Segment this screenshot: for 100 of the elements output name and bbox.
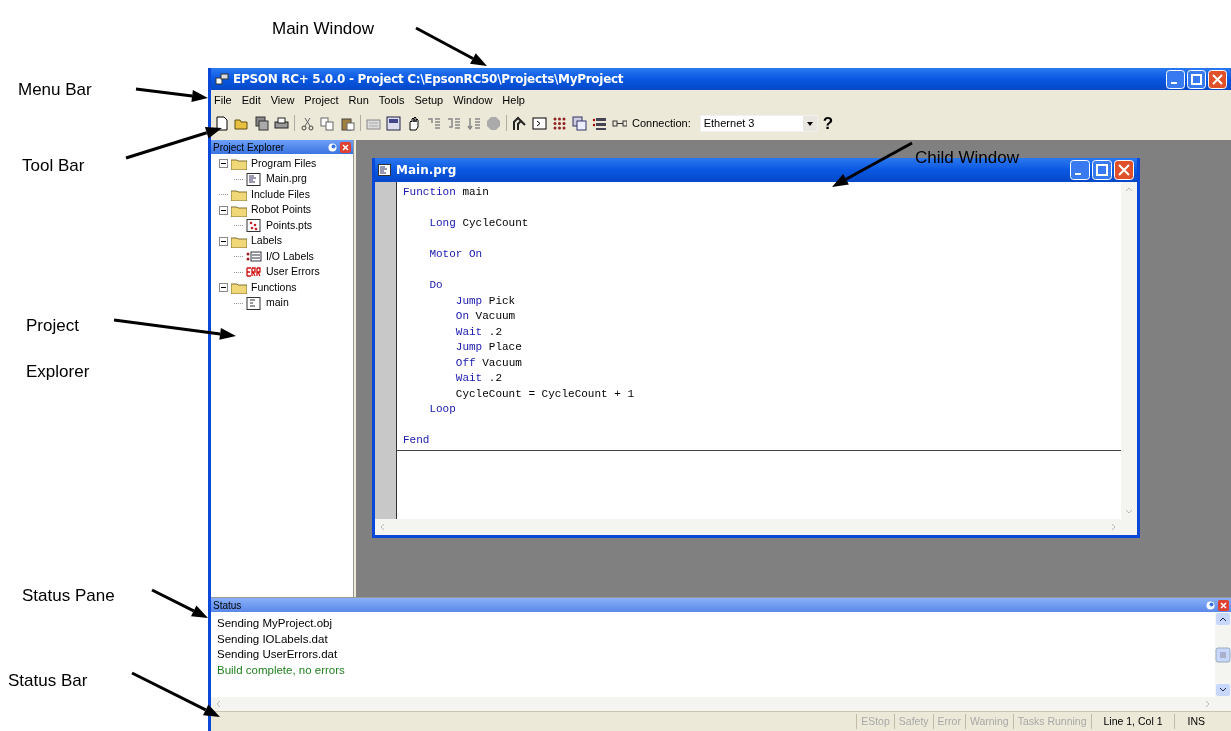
tree-item[interactable]: Include Files (251, 186, 310, 203)
menu-item[interactable]: Setup (414, 91, 444, 109)
window-stack-icon[interactable] (572, 115, 587, 131)
copy-icon[interactable] (320, 115, 335, 131)
callout-label: Tool Bar (22, 155, 85, 177)
new-file-icon[interactable] (214, 115, 229, 131)
close-button[interactable] (1208, 69, 1227, 89)
panel-icon[interactable] (386, 115, 401, 131)
code-line: Loop (428, 402, 457, 417)
code-line: Do (428, 278, 444, 293)
terminal-icon[interactable] (532, 115, 547, 131)
menu-item[interactable]: Edit (241, 91, 261, 109)
vertical-scrollbar[interactable] (1215, 612, 1231, 697)
close-icon[interactable] (1218, 599, 1229, 611)
code-line: Motor On (428, 247, 484, 262)
pin-icon[interactable] (1205, 599, 1216, 611)
status-message: Build complete, no errors (217, 662, 346, 678)
tree-item[interactable]: I/O Labels (266, 248, 314, 265)
status-indicator: Safety (893, 713, 933, 730)
program-file-icon (246, 172, 262, 186)
help-button[interactable]: ? (822, 114, 834, 132)
tree-item[interactable]: User Errors (266, 264, 320, 281)
save-all-icon[interactable] (254, 115, 269, 131)
callout-label: Main Window (272, 18, 375, 40)
tree-item[interactable]: main (266, 295, 289, 312)
menu-item[interactable]: Help (502, 91, 525, 109)
scroll-right-icon (1205, 700, 1211, 708)
dots-grid-icon[interactable] (552, 115, 567, 131)
folder-icon (231, 234, 247, 248)
tree-item[interactable]: Main.prg (266, 171, 307, 188)
callout-arrow (415, 26, 487, 66)
status-indicator: INS (1174, 713, 1217, 730)
points-file-icon (246, 219, 262, 233)
status-indicator: Error (932, 713, 965, 730)
status-message: Sending UserErrors.dat (217, 647, 339, 662)
code-line: Jump Place (454, 340, 523, 355)
callout-label: Project Explorer (26, 315, 91, 383)
tree-item[interactable]: Functions (251, 279, 297, 296)
collapse-toggle-icon[interactable] (219, 283, 228, 293)
scissors-icon[interactable] (300, 115, 315, 131)
tree-item[interactable]: Program Files (251, 155, 317, 172)
collapse-toggle-icon[interactable] (219, 159, 228, 169)
callout-label: Status Pane (22, 585, 115, 607)
code-line: Wait .2 (454, 371, 504, 386)
print-icon[interactable] (274, 115, 289, 131)
maximize-button[interactable] (1187, 69, 1206, 89)
tree-item[interactable]: Robot Points (251, 202, 312, 219)
hand-icon[interactable] (406, 115, 421, 131)
status-message: Sending IOLabels.dat (217, 631, 329, 647)
menu-item[interactable]: File (214, 91, 232, 109)
horizontal-scrollbar[interactable] (211, 697, 1231, 711)
step-down-icon[interactable] (466, 115, 481, 131)
code-line: Function main (402, 185, 490, 200)
status-indicator: Tasks Running (1012, 713, 1091, 730)
menu-item[interactable]: Run (348, 91, 369, 109)
pin-icon[interactable] (327, 141, 338, 153)
close-button[interactable] (1114, 160, 1134, 180)
callout-label: Menu Bar (18, 79, 92, 101)
panel-title: Project Explorer (213, 140, 286, 155)
minimize-button[interactable] (1166, 69, 1185, 89)
callout-label: Child Window (915, 147, 1019, 169)
code-line: Long CycleCount (428, 216, 530, 231)
io-labels-icon (246, 250, 262, 264)
tree-item[interactable]: Labels (251, 233, 282, 250)
horizontal-scrollbar[interactable] (375, 519, 1137, 535)
code-line: Wait .2 (454, 324, 504, 340)
folder-icon (231, 157, 247, 171)
menu-item[interactable]: Window (453, 91, 493, 109)
maximize-button[interactable] (1092, 160, 1112, 180)
scroll-down-icon (1215, 683, 1231, 697)
callout-label: Status Bar (8, 670, 88, 692)
panel-title: Status (213, 598, 243, 613)
connection-dropdown[interactable]: Ethernet 3 (699, 114, 818, 132)
collapse-toggle-icon[interactable] (219, 236, 228, 246)
error-label-icon (246, 267, 262, 278)
scroll-up-icon (1215, 612, 1231, 626)
scroll-right-icon (1111, 523, 1117, 531)
callout-arrow (151, 588, 208, 618)
collapse-toggle-icon[interactable] (219, 205, 228, 215)
menu-item[interactable]: Project (304, 91, 339, 109)
code-line: Fend (402, 433, 431, 448)
menu-item[interactable]: View (270, 91, 295, 109)
code-line: CycleCount = CycleCount + 1 (454, 386, 636, 402)
tree-item[interactable]: Points.pts (266, 217, 313, 234)
status-indicator: Warning (964, 713, 1013, 730)
vertical-scrollbar[interactable] (1121, 182, 1137, 519)
window-title: EPSON RC+ 5.0.0 - Project C:\EpsonRC50\Projects\MyProject (233, 71, 624, 88)
menu-item[interactable]: Tools (378, 91, 405, 109)
status-indicator: Line 1, Col 1 (1090, 713, 1175, 730)
status-message: Sending MyProject.obj (217, 616, 334, 631)
connection-label: Connection: (632, 115, 691, 131)
minimize-button[interactable] (1070, 160, 1090, 180)
close-icon[interactable] (340, 141, 351, 153)
app-icon (215, 73, 229, 85)
paste-icon[interactable] (340, 115, 355, 131)
code-editor[interactable]: Function main Long CycleCount Motor On Do Jump Pick On Vacuum Wait .2 Jump Place Off Vacuum Wait .2 CycleCount = CycleCount + 1 Loop Fend (375, 182, 1137, 535)
list-icon[interactable] (592, 115, 607, 131)
folder-icon (231, 188, 247, 202)
folder-icon (231, 281, 247, 295)
document-icon (378, 164, 391, 176)
